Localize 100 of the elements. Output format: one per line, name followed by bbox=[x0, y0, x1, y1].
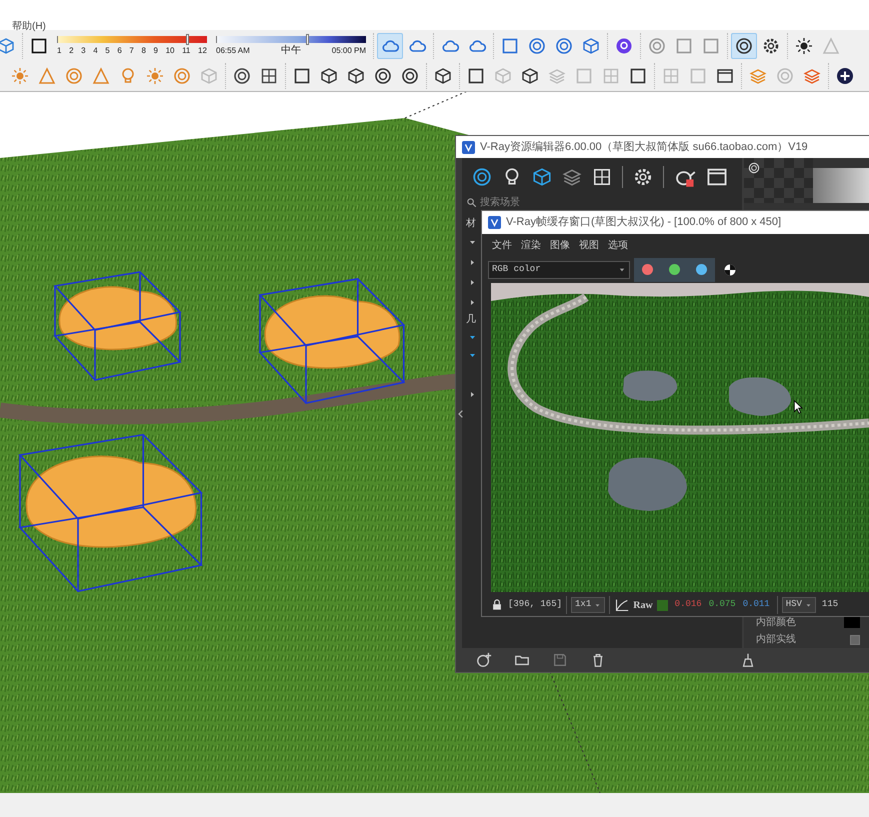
slider-thumb[interactable] bbox=[186, 34, 189, 44]
layers-icon bbox=[548, 67, 566, 85]
add-icon bbox=[476, 652, 492, 668]
property-label: 内部颜色 bbox=[756, 616, 796, 630]
logo-icon bbox=[488, 216, 501, 229]
cube-icon bbox=[532, 167, 552, 187]
cube-icon bbox=[494, 67, 512, 85]
cube-icon bbox=[434, 67, 452, 85]
color-space-select[interactable]: HSV bbox=[782, 597, 816, 613]
grid-icon bbox=[592, 167, 612, 187]
tick-label: 7 bbox=[129, 44, 134, 56]
section-label: 材 bbox=[465, 216, 476, 231]
ring-icon bbox=[735, 36, 753, 54]
tick-label: 2 bbox=[69, 44, 74, 56]
sun-icon bbox=[11, 67, 29, 85]
cube-icon bbox=[0, 36, 15, 54]
tick-label: 1 bbox=[57, 44, 62, 56]
tick-label: 11 bbox=[182, 44, 190, 56]
search-field[interactable]: 搜索场景 bbox=[480, 196, 700, 209]
square-icon bbox=[689, 67, 707, 85]
ring-icon bbox=[65, 67, 83, 85]
curve-icon bbox=[614, 598, 630, 612]
rock[interactable] bbox=[53, 271, 182, 381]
tick-label: 05:00 PM bbox=[332, 44, 366, 56]
grid-icon bbox=[260, 67, 278, 85]
cursor-icon bbox=[792, 400, 806, 414]
window-icon bbox=[716, 67, 734, 85]
section-label: 几 bbox=[465, 313, 476, 327]
layers-icon bbox=[803, 67, 821, 85]
tick-label: 12 bbox=[198, 44, 207, 56]
ring-icon bbox=[776, 67, 794, 85]
sun-icon bbox=[795, 36, 813, 54]
tick-label: 9 bbox=[154, 44, 158, 56]
material-preview bbox=[813, 168, 869, 203]
ring-icon bbox=[401, 67, 419, 85]
square-icon bbox=[702, 36, 720, 54]
caret-down-icon bbox=[594, 602, 602, 608]
slider-thumb[interactable] bbox=[306, 34, 309, 44]
ring-icon bbox=[472, 167, 492, 187]
grid-icon bbox=[602, 67, 620, 85]
sun-icon bbox=[146, 67, 164, 85]
menu-item[interactable]: 帮助(H) bbox=[12, 21, 46, 32]
cube-icon bbox=[320, 67, 338, 85]
triangle-icon bbox=[92, 67, 110, 85]
rock[interactable] bbox=[18, 434, 203, 592]
cube-icon bbox=[200, 67, 218, 85]
dot-icon bbox=[615, 36, 633, 54]
logo-icon bbox=[462, 140, 475, 154]
property-label: 内部实线 bbox=[756, 632, 796, 647]
value-reading: 115 bbox=[822, 598, 838, 612]
menu-item[interactable]: 渲染 bbox=[521, 238, 541, 252]
ring-icon bbox=[555, 36, 573, 54]
menu-item[interactable]: 文件 bbox=[492, 238, 512, 252]
layers-icon bbox=[562, 167, 582, 187]
layers-icon bbox=[749, 67, 767, 85]
ring-icon bbox=[233, 67, 251, 85]
color-swatch[interactable] bbox=[844, 617, 860, 628]
square-icon bbox=[30, 36, 48, 54]
tick-label: 5 bbox=[105, 44, 110, 56]
menu-item[interactable]: 选项 bbox=[608, 238, 628, 252]
triangle-icon bbox=[822, 36, 840, 54]
triangle-icon bbox=[38, 67, 56, 85]
ring-icon bbox=[528, 36, 546, 54]
rock[interactable] bbox=[258, 278, 406, 404]
tick-label: 10 bbox=[166, 44, 174, 56]
cube-icon bbox=[582, 36, 600, 54]
contrast-icon bbox=[723, 262, 737, 276]
mode-label: Raw bbox=[633, 598, 653, 612]
channel-value: 0.075 bbox=[708, 598, 736, 612]
square-icon bbox=[467, 67, 485, 85]
square-icon bbox=[293, 67, 311, 85]
menu-item[interactable]: 图像 bbox=[550, 238, 570, 252]
add-icon bbox=[836, 67, 854, 85]
tick-label: 8 bbox=[141, 44, 146, 56]
channel-select[interactable]: RGB color bbox=[488, 260, 630, 278]
tick-label: 06:55 AM bbox=[216, 44, 250, 56]
square-icon bbox=[575, 67, 593, 85]
time-slider[interactable] bbox=[216, 36, 366, 42]
square-icon bbox=[629, 67, 647, 85]
ring-icon bbox=[748, 162, 760, 174]
month-slider[interactable] bbox=[57, 36, 207, 42]
square-icon bbox=[675, 36, 693, 54]
channel-value: 0.016 bbox=[674, 598, 702, 612]
settings-icon bbox=[633, 167, 653, 187]
window-title: V-Ray资源编辑器6.00.00（草图大叔简体版 su66.taobao.com）V19 bbox=[480, 140, 808, 155]
tick-label: 中午 bbox=[280, 44, 301, 56]
zoom-select[interactable]: 1x1 bbox=[571, 597, 606, 613]
pixel-coordinates: [396, 165] bbox=[508, 598, 562, 612]
ring-icon bbox=[648, 36, 666, 54]
toolbar-button[interactable] bbox=[731, 32, 757, 58]
caret-down-icon bbox=[618, 266, 626, 274]
cube-icon bbox=[347, 67, 365, 85]
ring-icon bbox=[173, 67, 191, 85]
cube-icon bbox=[521, 67, 539, 85]
tick-label: 6 bbox=[117, 44, 122, 56]
window-title: V-Ray帧缓存窗口(草图大叔汉化) - [100.0% of 800 x 450] bbox=[506, 214, 782, 230]
menu-item[interactable]: 视图 bbox=[579, 238, 599, 252]
checkbox[interactable] bbox=[850, 634, 860, 644]
caret-down-icon bbox=[804, 602, 812, 608]
channel-value: 0.011 bbox=[742, 598, 770, 612]
